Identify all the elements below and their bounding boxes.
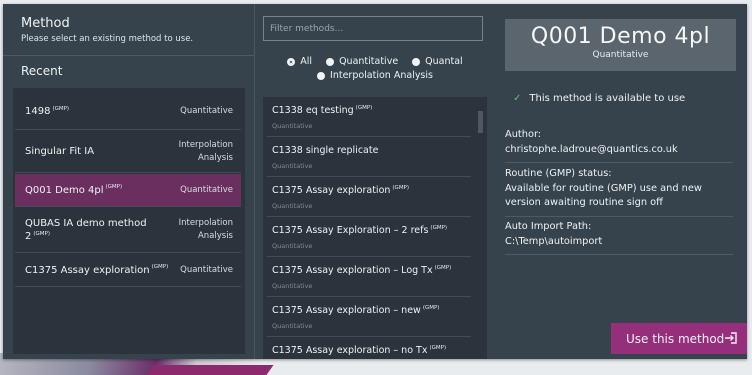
method-item[interactable]: C1375 Assay exploration – no Tx(GMP) Qua… xyxy=(267,337,471,359)
sign-in-icon xyxy=(725,332,737,344)
method-item[interactable]: C1375 Assay Exploration – 2 refs (GMP) Qu… xyxy=(267,217,471,257)
recent-list: 1498 (GMP) Quantitative Singular Fit IA I… xyxy=(13,88,245,354)
import-path-label: Auto Import Path: xyxy=(505,221,592,232)
method-type: Quantitative xyxy=(272,122,313,131)
availability-status: ✓ This method is available to use xyxy=(513,93,685,104)
recent-item[interactable]: 1498 (GMP) Quantitative xyxy=(15,94,241,130)
scrollbar-thumb[interactable] xyxy=(478,111,483,133)
use-this-method-button[interactable]: Use this method xyxy=(611,323,747,354)
background-accent xyxy=(146,365,274,375)
use-button-label: Use this method xyxy=(626,331,725,346)
divider xyxy=(3,55,254,56)
recent-heading: Recent xyxy=(21,64,63,78)
method-name: C1375 Assay exploration – Log Tx (GMP) xyxy=(272,265,452,277)
gmp-badge: (GMP) xyxy=(422,305,440,311)
recent-item[interactable]: C1375 Assay exploration (GMP) Quantitativ… xyxy=(15,254,241,287)
method-name: C1338 single replicate xyxy=(272,145,379,156)
method-item[interactable]: C1338 single replicate Quantitative xyxy=(267,137,471,177)
method-type: Quantitative xyxy=(272,282,313,291)
check-icon: ✓ xyxy=(513,93,522,104)
radio-quantal[interactable]: Quantal xyxy=(412,56,463,67)
import-path-block: Auto Import Path: C:\Temp\autoimport xyxy=(505,220,733,256)
method-type: Quantitative xyxy=(272,242,313,251)
gmp-badge: (GMP) xyxy=(151,264,169,271)
gmp-badge: (GMP) xyxy=(434,265,452,271)
routine-status-block: Routine (GMP) status: Available for rout… xyxy=(505,167,733,218)
method-type: Quantitative xyxy=(272,202,313,211)
gmp-badge: (GMP) xyxy=(105,184,123,191)
radio-all[interactable]: All xyxy=(287,56,312,67)
recent-item-type: Quantitative xyxy=(180,184,233,195)
method-type: Quantitative xyxy=(272,322,313,331)
radio-label: All xyxy=(300,56,313,67)
filter-methods-input[interactable] xyxy=(263,16,483,41)
routine-status-value: Available for routine (GMP) use and new … xyxy=(505,182,702,209)
gmp-badge: (GMP) xyxy=(33,230,50,237)
left-header: Method Please select an existing method … xyxy=(21,16,193,44)
recent-item[interactable]: QUBAS IA demo method 2 (GMP) Interpolatio… xyxy=(15,208,241,253)
routine-status-label: Routine (GMP) status: xyxy=(505,168,612,179)
gmp-badge: (GMP) xyxy=(355,105,373,111)
radio-label: Interpolation Analysis xyxy=(330,70,433,81)
method-name: C1375 Assay exploration – no Tx (GMP) xyxy=(272,345,447,357)
selected-method-type: Quantitative xyxy=(592,50,649,60)
availability-text: This method is available to use xyxy=(529,93,686,104)
author-label: Author: xyxy=(505,129,542,140)
method-type-filter: All Quantitative Quantal Interpolation A… xyxy=(255,56,495,81)
divider xyxy=(505,216,733,218)
gmp-badge: (GMP) xyxy=(429,345,447,351)
recent-item-type: Quantitative xyxy=(180,264,233,275)
methods-column: All Quantitative Quantal Interpolation A… xyxy=(254,4,496,359)
radio-selected-icon xyxy=(287,57,296,66)
recent-column: Method Please select an existing method … xyxy=(3,4,254,359)
method-name: C1375 Assay exploration (GMP) xyxy=(272,185,410,197)
method-item[interactable]: C1375 Assay exploration – new (GMP) Quant… xyxy=(267,297,471,337)
recent-item-type: Interpolation Analysis xyxy=(178,218,233,241)
radio-icon xyxy=(326,57,335,66)
radio-label: Quantal xyxy=(425,56,463,67)
radio-label: Quantitative xyxy=(339,56,399,67)
selected-method-title: Q001 Demo 4pl xyxy=(530,24,711,49)
method-item[interactable]: C1375 Assay exploration – Log Tx (GMP) Qu… xyxy=(267,257,471,297)
method-type: Quantitative xyxy=(272,162,313,170)
author-block: Author: christophe.ladroue@quantics.co.u… xyxy=(505,128,733,164)
gmp-badge: (GMP) xyxy=(52,105,70,112)
divider xyxy=(505,254,733,256)
recent-item[interactable]: Singular Fit IA Interpolation Analysis xyxy=(15,131,241,173)
recent-item-type: Quantitative xyxy=(180,106,233,117)
method-instructions: Please select an existing method to use. xyxy=(21,34,194,44)
radio-quantitative[interactable]: Quantitative xyxy=(326,56,398,67)
recent-item-name: C1375 Assay exploration (GMP) xyxy=(25,264,169,276)
divider xyxy=(505,162,733,164)
import-path-value: C:\Temp\autoimport xyxy=(505,235,603,247)
recent-item-name: 1498 (GMP) xyxy=(25,105,70,117)
recent-item-type: Interpolation Analysis xyxy=(178,139,233,163)
radio-icon xyxy=(412,57,421,66)
method-heading: Method xyxy=(21,16,70,31)
methods-list: C1338 eq testing (GMP) Quantitative C1338… xyxy=(263,97,487,359)
recent-item-name: QUBAS IA demo method 2 (GMP) xyxy=(25,218,147,242)
method-name: C1338 eq testing (GMP) xyxy=(272,105,373,117)
radio-icon xyxy=(317,71,326,80)
method-item[interactable]: C1338 eq testing (GMP) Quantitative xyxy=(267,97,471,137)
recent-item-name: Singular Fit IA xyxy=(25,146,95,157)
radio-interpolation-analysis[interactable]: Interpolation Analysis xyxy=(317,70,433,81)
method-item[interactable]: C1375 Assay exploration (GMP) Quantitativ… xyxy=(267,177,471,217)
method-dialog: Method Please select an existing method … xyxy=(3,4,747,359)
gmp-badge: (GMP) xyxy=(392,185,410,191)
gmp-badge: (GMP) xyxy=(430,225,448,231)
method-name: C1375 Assay exploration – new (GMP) xyxy=(272,305,440,317)
recent-item-name: Q001 Demo 4pl (GMP) xyxy=(25,184,123,196)
selected-method-header: Q001 Demo 4pl Quantitative xyxy=(505,19,736,71)
method-name: C1375 Assay Exploration – 2 refs (GMP) xyxy=(272,225,448,237)
method-details: Q001 Demo 4pl Quantitative ✓ This method… xyxy=(495,4,747,359)
author-value: christophe.ladroue@quantics.co.uk xyxy=(505,143,678,155)
recent-item-selected[interactable]: Q001 Demo 4pl (GMP) Quantitative xyxy=(15,174,241,207)
